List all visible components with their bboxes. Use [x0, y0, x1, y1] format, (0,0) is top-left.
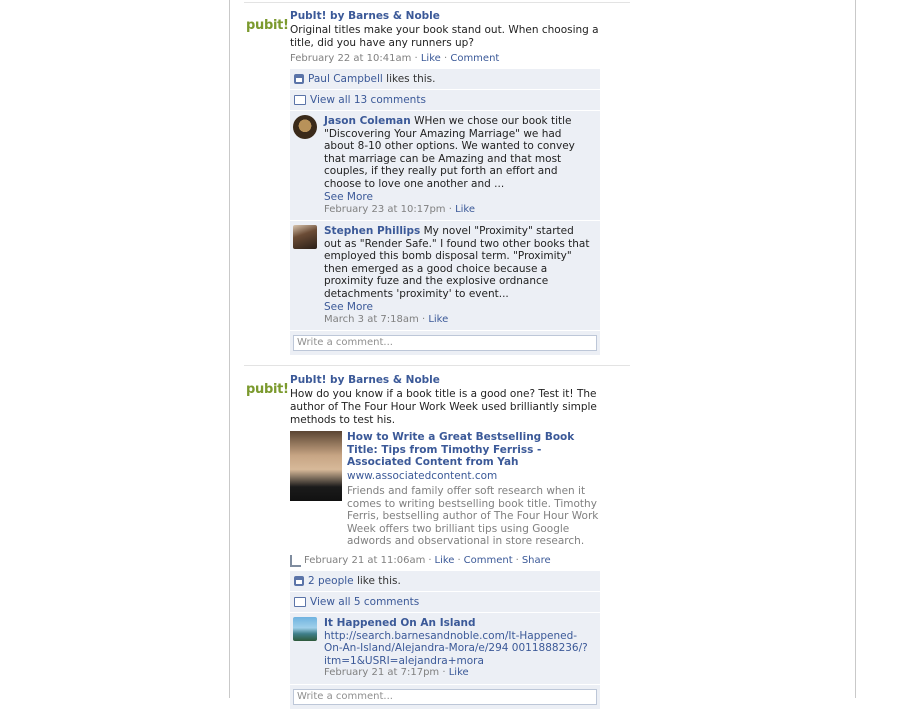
liker-name[interactable]: Paul Campbell: [308, 73, 383, 85]
story-2-meta: February 21 at 11:06am · Like · Comment …: [290, 552, 610, 568]
like-link[interactable]: Like: [435, 554, 455, 568]
pubit-logo[interactable]: pubit!: [246, 382, 289, 398]
pubit-logo-text: pubit!: [246, 382, 289, 397]
comment-body: It Happened On An Island http://search.b…: [324, 617, 590, 680]
comment-bubble-icon: [294, 95, 306, 105]
see-more-link[interactable]: See More: [324, 191, 590, 204]
feed-left-border: [229, 0, 230, 698]
story-meta: February 21 at 11:06am · Like · Comment …: [290, 554, 610, 568]
comment-link[interactable]: Comment: [464, 554, 513, 568]
attachment-site[interactable]: www.associatedcontent.com: [347, 470, 607, 483]
likes-row: 2 people like this.: [290, 571, 600, 592]
view-all-comments-link[interactable]: View all 13 comments: [310, 93, 426, 107]
share-link[interactable]: Share: [522, 554, 551, 568]
see-more-link[interactable]: See More: [324, 301, 590, 314]
thumbs-up-icon: [294, 576, 304, 586]
likes-suffix: likes this.: [386, 73, 436, 85]
comment-bubble-icon: [294, 597, 306, 607]
like-link[interactable]: Like: [421, 53, 441, 64]
view-all-row: View all 13 comments: [290, 90, 600, 111]
comment-like-link[interactable]: Like: [428, 314, 448, 325]
commenter-name[interactable]: Stephen Phillips: [324, 225, 420, 237]
likes-row: Paul Campbell likes this.: [290, 69, 600, 90]
attachment-description: Friends and family offer soft research w…: [347, 485, 599, 547]
story-timestamp[interactable]: February 21 at 11:06am: [304, 554, 425, 568]
comment-body: Stephen Phillips My novel "Proximity" st…: [324, 225, 590, 326]
avatar[interactable]: [293, 225, 317, 249]
write-comment-input[interactable]: Write a comment...: [293, 688, 597, 705]
attachment-title[interactable]: How to Write a Great Bestselling Book Ti…: [347, 431, 607, 469]
thumbs-up-icon: [294, 74, 304, 84]
likes-suffix: like this.: [356, 575, 401, 587]
commenter-name[interactable]: It Happened On An Island: [324, 617, 590, 630]
write-comment-input[interactable]: Write a comment...: [293, 335, 597, 351]
comment-meta: February 21 at 7:17pm · Like: [324, 667, 469, 678]
comment-item: Stephen Phillips My novel "Proximity" st…: [290, 221, 600, 331]
view-all-row: View all 5 comments: [290, 592, 600, 613]
story-message: How do you know if a book title is a goo…: [290, 388, 597, 426]
comment-item: It Happened On An Island http://search.b…: [290, 613, 600, 685]
feed-right-border: [855, 0, 856, 698]
story-2: PubIt! by Barnes & Noble How do you know…: [290, 374, 610, 427]
comment-body: Jason Coleman WHen we chose our book tit…: [324, 115, 590, 216]
share-icon: [290, 555, 301, 567]
comment-item: Jason Coleman WHen we chose our book tit…: [290, 111, 600, 221]
story-author[interactable]: PubIt! by Barnes & Noble: [290, 374, 610, 387]
comment-timestamp[interactable]: March 3 at 7:18am: [324, 314, 419, 325]
pubit-logo-text: pubit!: [246, 18, 289, 33]
comment-timestamp[interactable]: February 21 at 7:17pm: [324, 667, 439, 678]
comment-url-link[interactable]: http://search.barnesandnoble.com/It-Happ…: [324, 630, 588, 667]
attachment-info: How to Write a Great Bestselling Book Ti…: [347, 431, 607, 548]
story-1: PubIt! by Barnes & Noble Original titles…: [290, 10, 610, 66]
pubit-logo[interactable]: pubit!: [246, 18, 289, 34]
comment-timestamp[interactable]: February 23 at 10:17pm: [324, 204, 446, 215]
comment-meta: March 3 at 7:18am · Like: [324, 313, 449, 325]
comment-link[interactable]: Comment: [450, 53, 499, 64]
ufi-block-1: Paul Campbell likes this. View all 13 co…: [290, 69, 600, 355]
avatar[interactable]: [293, 617, 317, 641]
story-message: Original titles make your book stand out…: [290, 24, 599, 49]
story-separator: [244, 365, 630, 366]
likes-count-link[interactable]: 2 people: [308, 575, 354, 587]
avatar[interactable]: [293, 115, 317, 139]
comment-like-link[interactable]: Like: [449, 667, 469, 678]
story-author[interactable]: PubIt! by Barnes & Noble: [290, 10, 610, 23]
story-timestamp[interactable]: February 22 at 10:41am: [290, 53, 411, 64]
attachment-thumbnail[interactable]: [290, 431, 342, 501]
ufi-block-2: 2 people like this. View all 5 comments …: [290, 571, 600, 709]
commenter-name[interactable]: Jason Coleman: [324, 115, 411, 127]
comment-meta: February 23 at 10:17pm · Like: [324, 203, 476, 215]
view-all-comments-link[interactable]: View all 5 comments: [310, 595, 419, 609]
comment-like-link[interactable]: Like: [455, 204, 475, 215]
story-meta: February 22 at 10:41am · Like · Comment: [290, 53, 500, 64]
story-separator: [244, 2, 630, 3]
